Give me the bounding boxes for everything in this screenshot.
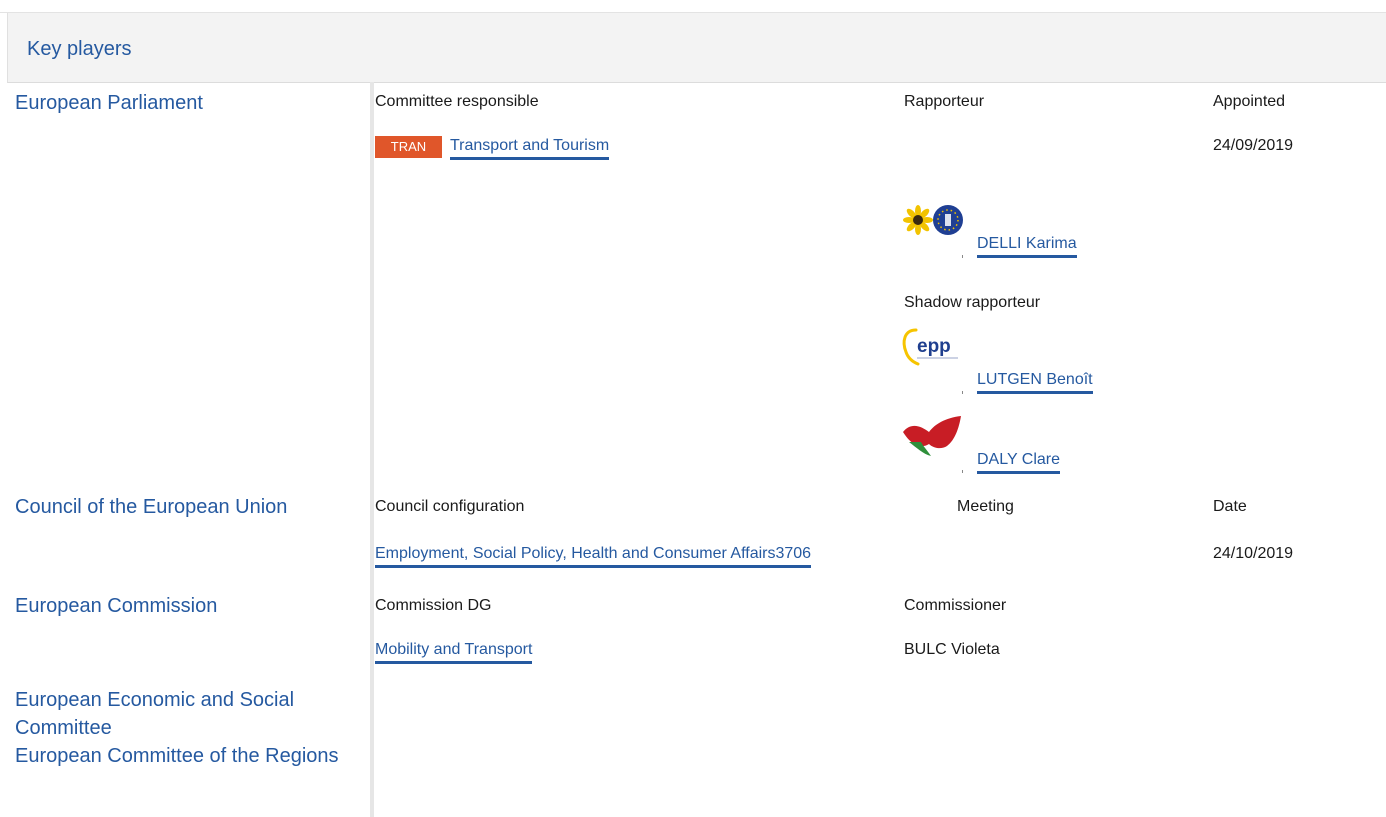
epp-logo-icon: epp <box>902 328 958 366</box>
institution-eesc: European Economic and Social Committee <box>15 689 295 739</box>
date-header: Date <box>1213 498 1247 515</box>
shadow-rapporteur-link-2[interactable]: DALY Clare <box>977 450 1060 474</box>
logo-placeholder-mark <box>962 255 963 258</box>
rapporteur-link[interactable]: DELLI Karima <box>977 234 1077 258</box>
meeting-header: Meeting <box>957 498 1014 515</box>
committee-badge: TRAN <box>375 136 442 158</box>
rapporteur-header: Rapporteur <box>904 93 985 110</box>
institution-council: Council of the European Union <box>15 496 288 518</box>
shadow-rapporteur-link-1[interactable]: LUTGEN Benoît <box>977 370 1093 394</box>
council-configuration-header: Council configuration <box>375 498 525 515</box>
appointed-header: Appointed <box>1213 93 1286 110</box>
committee-link[interactable]: Transport and Tourism <box>450 136 610 160</box>
logo-placeholder-mark <box>962 391 963 394</box>
commission-dg-header: Commission DG <box>375 597 492 614</box>
section-header: Key players <box>7 13 1386 83</box>
institutions-column: European Parliament Council of the Europ… <box>7 82 372 817</box>
commissioner-header: Commissioner <box>904 597 1007 614</box>
appointed-date: 24/09/2019 <box>1213 137 1294 154</box>
committee-responsible-header: Committee responsible <box>375 93 539 110</box>
column-divider <box>370 82 374 817</box>
gue-ngl-logo-icon <box>903 416 961 456</box>
council-date: 24/10/2019 <box>1213 545 1294 562</box>
shadow-rapporteur-header: Shadow rapporteur <box>904 294 1041 311</box>
institution-commission: European Commission <box>15 595 218 617</box>
council-configuration-link[interactable]: Employment, Social Policy, Health and Co… <box>375 544 812 568</box>
commissioner-name: BULC Violeta <box>904 641 1000 658</box>
institution-european-parliament: European Parliament <box>15 92 203 114</box>
logo-placeholder-mark <box>962 470 963 473</box>
svg-text:epp: epp <box>917 336 951 357</box>
institution-cor: European Committee of the Regions <box>15 745 339 767</box>
commission-dg-link[interactable]: Mobility and Transport <box>375 640 533 664</box>
greens-efa-logo-icon <box>903 205 963 235</box>
section-title: Key players <box>27 38 132 60</box>
